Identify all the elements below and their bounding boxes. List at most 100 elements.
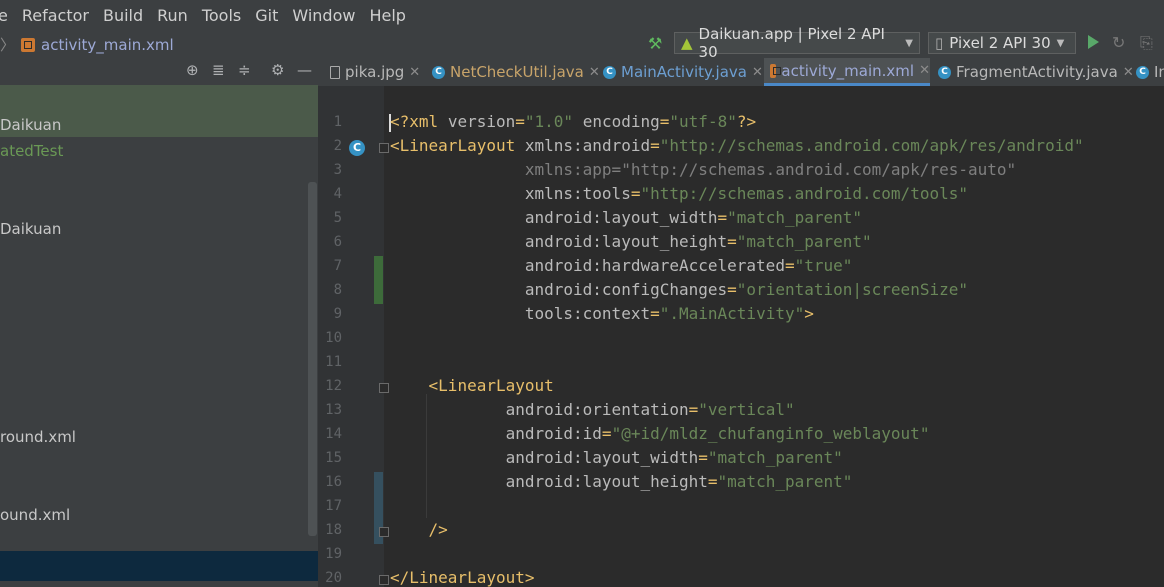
code-line[interactable]: <?xml version="1.0" encoding="utf-8"?>	[390, 112, 756, 131]
class-icon: C	[432, 65, 445, 79]
menu-help[interactable]: Help	[369, 6, 405, 25]
line-number: 12	[325, 378, 342, 394]
sidebar-scrollbar[interactable]	[308, 182, 317, 536]
run-configuration-select[interactable]: ▲ Daikuan.app | Pixel 2 API 30 ▼	[674, 25, 920, 61]
menu-refactor[interactable]: Refactor	[22, 6, 89, 25]
android-icon: ▲	[681, 34, 693, 52]
gear-icon[interactable]: ⚙	[271, 61, 284, 79]
breadcrumb-file[interactable]: activity_main.xml	[41, 36, 174, 54]
highlighted-tree-row[interactable]	[0, 551, 318, 581]
line-number: 2	[333, 138, 342, 154]
fold-icon[interactable]	[379, 383, 389, 393]
code-line[interactable]: tools:context=".MainActivity">	[390, 304, 814, 323]
tree-item-module[interactable]: Daikuan	[0, 116, 61, 134]
menu-window[interactable]: Window	[292, 6, 355, 25]
code-line[interactable]: android:id="@+id/mldz_chufanginfo_weblay…	[390, 424, 930, 443]
close-icon[interactable]: ✕	[752, 65, 763, 80]
tab-fragmentactivity-java[interactable]: C FragmentActivity.java ✕	[938, 58, 1134, 86]
expand-all-icon[interactable]: ≑	[238, 61, 251, 79]
fold-icon[interactable]	[379, 575, 389, 585]
class-icon: C	[603, 65, 616, 79]
menu-build[interactable]: Build	[103, 6, 143, 25]
tree-item-file[interactable]: round.xml	[0, 428, 76, 446]
code-line[interactable]: android:layout_width="match_parent"	[390, 208, 862, 227]
line-number: 1	[333, 114, 342, 130]
code-line[interactable]: />	[390, 520, 448, 539]
xml-file-icon	[770, 63, 782, 78]
line-number: 15	[325, 450, 342, 466]
line-number: 11	[325, 354, 342, 370]
line-number: 4	[333, 186, 342, 202]
class-gutter-icon[interactable]: C	[349, 140, 365, 156]
menu-tools[interactable]: Tools	[202, 6, 241, 25]
tab-mainactivity-java[interactable]: C MainActivity.java ✕	[603, 58, 763, 86]
apply-changes-icon[interactable]: ↻	[1112, 33, 1125, 52]
navigation-bar: 〉 activity_main.xml ⚒ ▲ Daikuan.app | Pi…	[0, 25, 1164, 61]
locate-icon[interactable]: ⊕	[186, 61, 199, 79]
tab-label: NetCheckUtil.java	[450, 63, 584, 81]
tab-label: FragmentActivity.java	[956, 63, 1118, 81]
line-number: 8	[333, 282, 342, 298]
line-number: 18	[325, 522, 342, 538]
tab-label: In	[1154, 63, 1164, 81]
fold-icon[interactable]	[379, 527, 389, 537]
tab-activity-main-xml[interactable]: activity_main.xml ✕	[764, 58, 930, 86]
tab-netcheckutil-java[interactable]: C NetCheckUtil.java ✕	[432, 58, 600, 86]
project-toolbar: ⊕ ≣ ≑ ⚙ —	[0, 58, 318, 85]
line-number: 10	[325, 330, 342, 346]
device-label: Pixel 2 API 30	[949, 34, 1051, 52]
tab-overflow[interactable]: C In	[1136, 58, 1164, 86]
run-configuration-label: Daikuan.app | Pixel 2 API 30	[698, 25, 885, 61]
code-line[interactable]: </LinearLayout>	[390, 568, 535, 587]
code-line[interactable]: android:hardwareAccelerated="true"	[390, 256, 853, 275]
class-icon: C	[938, 65, 951, 79]
breadcrumb-chevron-icon: 〉	[0, 36, 16, 54]
code-line[interactable]: xmlns:app="http://schemas.android.com/ap…	[390, 160, 1016, 179]
collapse-all-icon[interactable]: ≣	[212, 61, 225, 79]
image-file-icon	[330, 65, 340, 79]
close-icon[interactable]: ✕	[589, 65, 600, 80]
code-line[interactable]: xmlns:tools="http://schemas.android.com/…	[390, 184, 968, 203]
device-select[interactable]: ▯ Pixel 2 API 30 ▼	[928, 32, 1076, 54]
code-line[interactable]: android:layout_height="match_parent"	[390, 472, 853, 491]
line-number: 3	[333, 162, 342, 178]
minimize-icon[interactable]: —	[297, 61, 312, 79]
menu-run[interactable]: Run	[157, 6, 188, 25]
code-line[interactable]: <LinearLayout xmlns:android="http://sche…	[390, 136, 1084, 155]
class-icon: C	[1136, 65, 1149, 79]
tree-item-file[interactable]: ound.xml	[0, 506, 70, 524]
build-hammer-icon[interactable]: ⚒	[648, 34, 662, 53]
device-icon: ▯	[935, 34, 944, 52]
fold-icon[interactable]	[379, 143, 389, 153]
tree-item-test-package[interactable]: atedTest	[0, 142, 63, 160]
close-icon[interactable]: ✕	[919, 63, 930, 78]
line-number: 6	[333, 234, 342, 250]
code-line[interactable]: android:orientation="vertical"	[390, 400, 795, 419]
line-number: 13	[325, 402, 342, 418]
project-panel: ⊕ ≣ ≑ ⚙ — Daikuan atedTest Daikuan round…	[0, 58, 318, 587]
line-number: 17	[325, 498, 342, 514]
close-icon[interactable]: ✕	[409, 65, 420, 80]
code-line[interactable]: <LinearLayout	[390, 376, 554, 395]
breadcrumb: 〉 activity_main.xml	[0, 34, 174, 55]
menu-git[interactable]: Git	[255, 6, 278, 25]
editor-tab-bar: pika.jpg ✕ C NetCheckUtil.java ✕ C MainA…	[318, 58, 1164, 86]
tree-item-module[interactable]: Daikuan	[0, 220, 61, 238]
tab-label: MainActivity.java	[621, 63, 747, 81]
code-line[interactable]: android:layout_height="match_parent"	[390, 232, 872, 251]
tab-label: activity_main.xml	[781, 61, 915, 80]
code-editor[interactable]: C 1 2 3 4 5 6 7 8 9 10 11 12 13 14 15 16 17 18 19 20 <?xml …	[318, 86, 1164, 587]
menu-file[interactable]: e	[0, 6, 8, 25]
code-line[interactable]: android:layout_width="match_parent"	[390, 448, 843, 467]
tab-label: pika.jpg	[345, 63, 405, 81]
line-number: 5	[333, 210, 342, 226]
code-line[interactable]: android:configChanges="orientation|scree…	[390, 280, 968, 299]
run-icon[interactable]	[1088, 35, 1099, 49]
chevron-down-icon: ▼	[1056, 37, 1065, 49]
tab-pika-jpg[interactable]: pika.jpg ✕	[330, 58, 420, 86]
line-number: 14	[325, 426, 342, 442]
debug-icon[interactable]: ⎘	[1140, 33, 1153, 53]
line-number: 9	[333, 306, 342, 322]
line-number: 16	[325, 474, 342, 490]
close-icon[interactable]: ✕	[1123, 65, 1134, 80]
